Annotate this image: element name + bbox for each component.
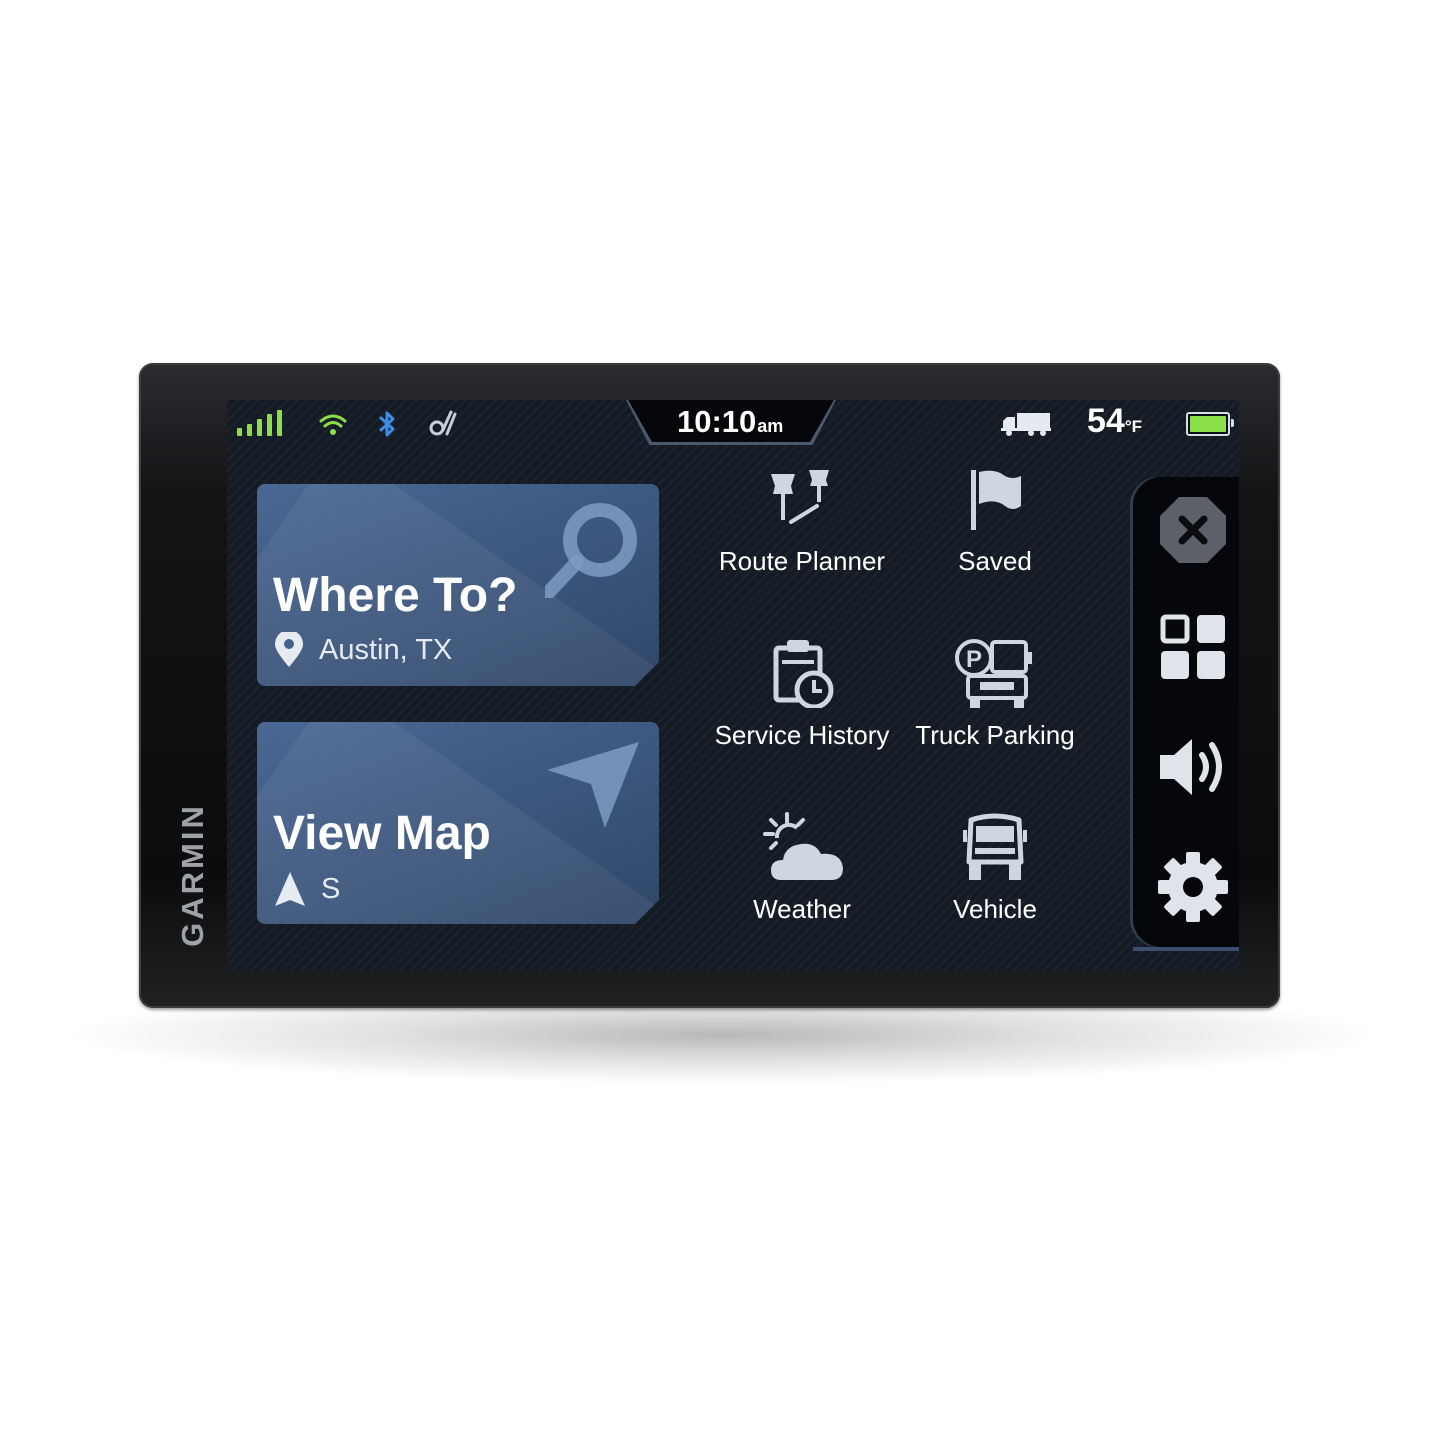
location-pin-icon (275, 632, 303, 667)
settings-icon[interactable] (1157, 851, 1229, 923)
search-icon (545, 503, 637, 598)
vehicle-button[interactable]: Vehicle (895, 812, 1095, 952)
truck-icon (1001, 413, 1051, 436)
volume-icon[interactable] (1158, 737, 1228, 797)
view-map-tile[interactable]: View Map S (257, 722, 659, 924)
vehicle-icon (963, 813, 1027, 880)
brand-logo: GARMIN (175, 803, 210, 947)
view-map-subtitle: S (273, 870, 340, 908)
weather-button[interactable]: Weather (702, 812, 902, 952)
device-screen: 10:10am 54°F Where To? Austin, TX View M… (227, 400, 1239, 971)
side-panel (1133, 477, 1239, 951)
vehicle-label: Vehicle (953, 894, 1037, 924)
cell-signal-icon (237, 410, 282, 436)
garmin-drive-icon (429, 410, 457, 436)
route-planner-button[interactable]: Route Planner (702, 468, 902, 608)
battery-icon (1186, 412, 1234, 436)
route-planner-icon (771, 470, 829, 524)
wifi-icon (319, 414, 347, 435)
temperature: 54°F (1087, 402, 1143, 440)
bluetooth-icon (379, 411, 395, 437)
flag-icon (971, 470, 1021, 530)
close-icon[interactable] (1158, 495, 1228, 565)
where-to-subtitle: Austin, TX (273, 632, 452, 668)
where-to-tile[interactable]: Where To? Austin, TX (257, 484, 659, 686)
truck-parking-label: Truck Parking (915, 720, 1075, 750)
truck-parking-icon: P (955, 639, 1032, 708)
svg-text:P: P (966, 646, 982, 673)
apps-grid-icon[interactable] (1159, 613, 1227, 681)
navigation-arrow-icon (547, 742, 639, 828)
weather-icon (763, 812, 843, 880)
where-to-title: Where To? (273, 569, 518, 622)
clock: 10:10am (677, 404, 784, 439)
heading-arrow-icon (275, 872, 305, 906)
service-history-icon (773, 640, 834, 708)
saved-label: Saved (958, 546, 1032, 576)
saved-button[interactable]: Saved (895, 468, 1095, 608)
service-history-button[interactable]: Service History (702, 638, 902, 778)
truck-parking-button[interactable]: P Truck Parking (895, 638, 1095, 778)
view-map-title: View Map (273, 807, 491, 860)
